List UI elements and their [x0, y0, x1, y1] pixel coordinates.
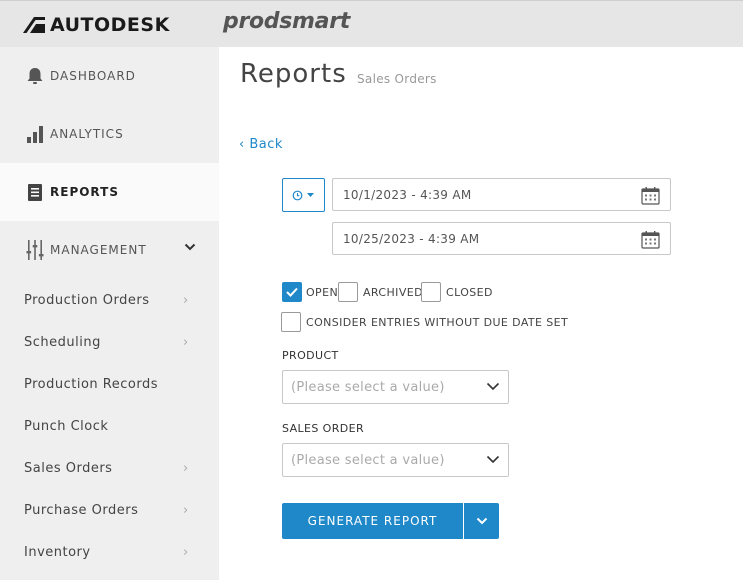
sales-order-placeholder: (Please select a value) — [291, 453, 445, 468]
autodesk-logo[interactable]: AUTODESK — [23, 14, 170, 36]
product-select[interactable]: (Please select a value) — [282, 370, 509, 404]
closed-checkbox[interactable] — [421, 282, 441, 302]
sidebar-item-punch-clock[interactable]: Punch Clock — [0, 405, 219, 447]
product-placeholder: (Please select a value) — [291, 380, 445, 395]
sidebar-item-inventory[interactable]: Inventory › — [0, 531, 219, 573]
main-content: Reports Sales Orders ‹ Back 10/1/2023 - … — [219, 47, 743, 580]
bell-icon — [24, 65, 46, 87]
back-link[interactable]: ‹ Back — [239, 137, 283, 152]
date-to-field[interactable]: 10/25/2023 - 4:39 AM — [332, 222, 671, 255]
date-from-field[interactable]: 10/1/2023 - 4:39 AM — [332, 178, 671, 211]
sidebar-item-label: REPORTS — [50, 185, 119, 199]
open-label: OPEN — [306, 286, 339, 299]
sidebar-subitem-label: Scheduling — [24, 334, 101, 350]
sidebar-subitem-label: Inventory — [24, 544, 91, 560]
sidebar-subitem-label: Sales Orders — [24, 460, 113, 476]
sidebar-item-scheduling[interactable]: Scheduling › — [0, 321, 219, 363]
product-logo[interactable]: prodsmart — [223, 9, 350, 34]
chevron-down-icon — [486, 382, 500, 391]
sidebar-subitem-label: Purchase Orders — [24, 502, 139, 518]
open-checkbox[interactable] — [282, 282, 302, 302]
sidebar-item-label: ANALYTICS — [50, 127, 124, 141]
sidebar-item-label: MANAGEMENT — [50, 243, 147, 257]
clock-icon — [292, 190, 303, 200]
sidebar-item-reports[interactable]: REPORTS — [0, 163, 219, 221]
caret-down-icon — [307, 193, 314, 197]
sales-order-label: SALES ORDER — [282, 422, 365, 435]
sidebar-item-analytics[interactable]: ANALYTICS — [0, 105, 219, 163]
consider-no-due-date-checkbox[interactable] — [281, 312, 301, 332]
top-bar: AUTODESK prodsmart — [0, 0, 743, 47]
sidebar-subitem-label: Production Orders — [24, 292, 150, 308]
timezone-dropdown-button[interactable] — [282, 178, 325, 212]
page-title: Reports — [240, 59, 347, 89]
page-subtitle: Sales Orders — [357, 72, 437, 86]
sidebar-item-label: DASHBOARD — [50, 69, 136, 83]
closed-label: CLOSED — [446, 286, 493, 299]
chevron-right-icon: › — [183, 503, 189, 518]
sidebar-item-sales-orders[interactable]: Sales Orders › — [0, 447, 219, 489]
generate-report-options-button[interactable] — [464, 503, 499, 539]
archived-checkbox[interactable] — [338, 282, 358, 302]
date-to-value: 10/25/2023 - 4:39 AM — [343, 232, 480, 246]
bar-chart-icon — [24, 123, 46, 145]
calendar-icon[interactable] — [641, 186, 660, 205]
document-icon — [24, 181, 46, 203]
chevron-right-icon: › — [183, 545, 189, 560]
sidebar-item-production-orders[interactable]: Production Orders › — [0, 279, 219, 321]
chevron-down-icon — [184, 243, 196, 251]
chevron-down-icon — [476, 517, 487, 525]
sidebar-item-purchase-orders[interactable]: Purchase Orders › — [0, 489, 219, 531]
brand-name: AUTODESK — [50, 14, 170, 36]
sidebar-subitem-label: Production Records — [24, 376, 158, 392]
sales-order-select[interactable]: (Please select a value) — [282, 443, 509, 477]
archived-label: ARCHIVED — [363, 286, 423, 299]
chevron-right-icon: › — [183, 335, 189, 350]
sidebar-item-production-records[interactable]: Production Records — [0, 363, 219, 405]
product-label: PRODUCT — [282, 349, 339, 362]
chevron-down-icon — [486, 455, 500, 464]
date-from-value: 10/1/2023 - 4:39 AM — [343, 188, 472, 202]
sidebar-item-dashboard[interactable]: DASHBOARD — [0, 47, 219, 105]
sidebar: DASHBOARD ANALYTICS REPORTS MANAGEMENT P… — [0, 47, 219, 580]
generate-report-button[interactable]: GENERATE REPORT — [282, 503, 463, 539]
consider-no-due-date-label: CONSIDER ENTRIES WITHOUT DUE DATE SET — [306, 316, 569, 329]
sliders-icon — [24, 239, 46, 261]
checkmark-icon — [286, 287, 298, 297]
calendar-icon[interactable] — [641, 230, 660, 249]
chevron-right-icon: › — [183, 293, 189, 308]
chevron-right-icon: › — [183, 461, 189, 476]
autodesk-mark-icon — [23, 17, 45, 33]
sidebar-subitem-label: Punch Clock — [24, 418, 109, 434]
sidebar-item-management[interactable]: MANAGEMENT — [0, 221, 219, 279]
